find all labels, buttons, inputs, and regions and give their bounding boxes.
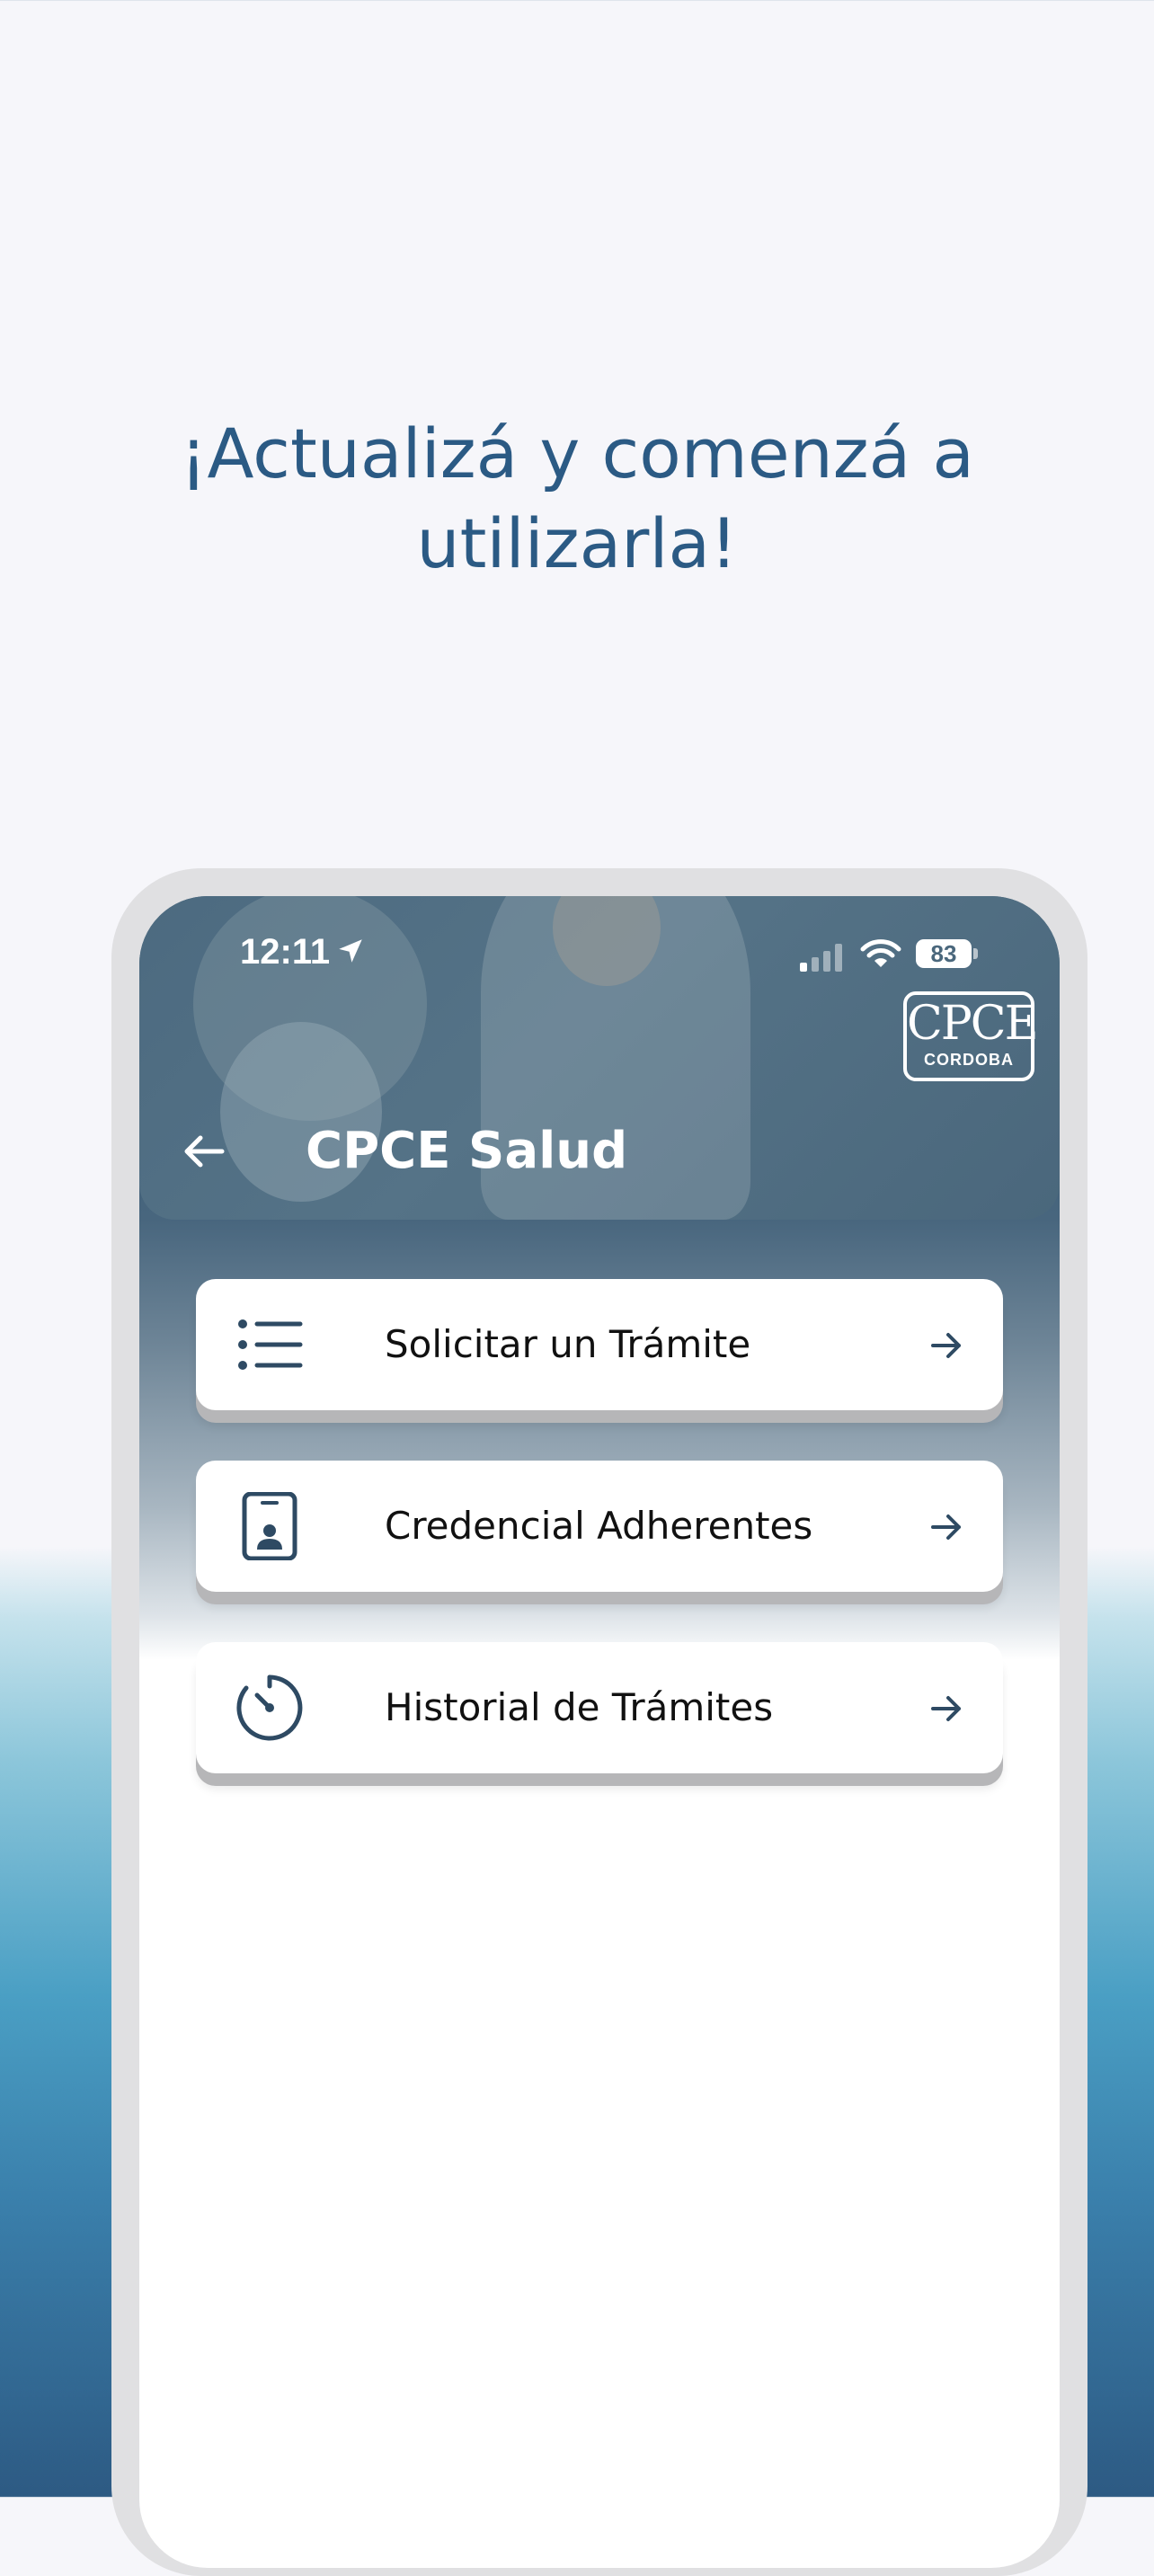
list-icon (238, 1319, 303, 1370)
back-arrow-icon[interactable] (179, 1126, 229, 1177)
history-timer-icon (236, 1674, 303, 1741)
battery-cap (973, 948, 978, 959)
id-card-icon (242, 1492, 297, 1560)
arrow-right-icon (931, 1696, 961, 1721)
logo-sub-text: CORDOBA (924, 1051, 1014, 1069)
wifi-icon (860, 939, 901, 967)
page-title: CPCE Salud (306, 1122, 628, 1180)
menu-item-historial-tramites[interactable]: Historial de Trámites (196, 1642, 1003, 1773)
menu-item-label: Credencial Adherentes (385, 1504, 813, 1548)
arrow-right-icon (931, 1333, 961, 1358)
menu-item-credencial-adherentes[interactable]: Credencial Adherentes (196, 1461, 1003, 1592)
menu-item-label: Solicitar un Trámite (385, 1322, 751, 1366)
promo-headline-line-1: ¡Actualizá y comenzá a (180, 413, 974, 493)
menu-item-label: Historial de Trámites (385, 1685, 774, 1729)
cpce-logo: CPCE CORDOBA (903, 991, 1039, 1081)
status-time: 12:11 (240, 932, 331, 972)
status-bar: 12:11 83 (139, 896, 1060, 986)
promo-headline-line-2: utilizarla! (416, 503, 738, 583)
arrow-right-icon (931, 1515, 961, 1540)
battery-indicator: 83 (916, 939, 972, 968)
cellular-signal-icon (800, 944, 842, 972)
logo-main-text: CPCE (907, 997, 1039, 1051)
phone-screen: 12:11 83 CPCE CORDOBA CPCE Salud Solicit… (139, 896, 1060, 2568)
promo-headline: ¡Actualizá y comenzá a utilizarla! (0, 409, 1154, 589)
menu-item-solicitar-tramite[interactable]: Solicitar un Trámite (196, 1279, 1003, 1410)
location-arrow-icon (339, 939, 362, 963)
app-header: 12:11 83 CPCE CORDOBA CPCE Salud (139, 896, 1060, 1220)
